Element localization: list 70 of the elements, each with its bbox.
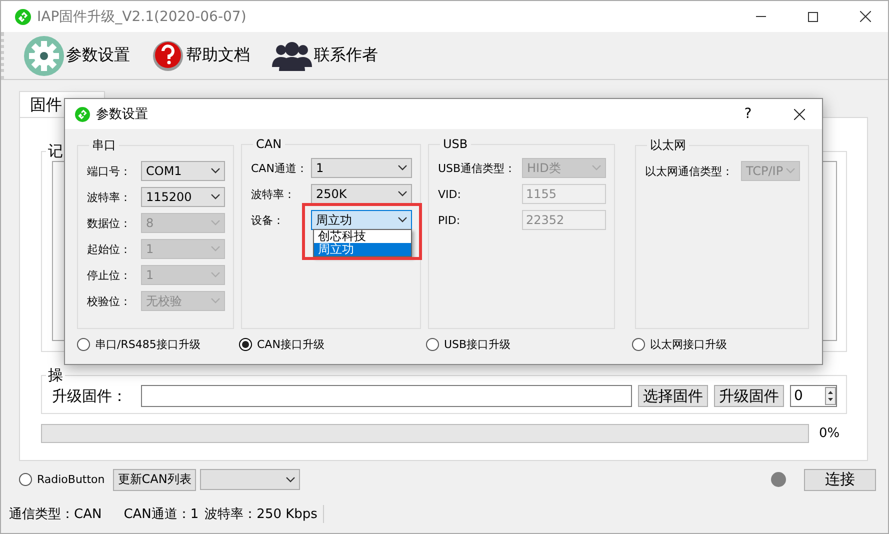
status-text: 波特率：250 Kbps <box>204 505 324 523</box>
chevron-icon <box>211 168 220 174</box>
radio-button[interactable]: 以太网接口升级 <box>632 337 812 352</box>
group-title: 操 <box>47 366 64 385</box>
connect-button[interactable]: 连接 <box>804 468 876 490</box>
combo-box[interactable]: 周立功 <box>311 210 412 230</box>
chevron-icon <box>211 272 220 278</box>
firmware-button[interactable]: 升级固件 <box>714 385 784 407</box>
field-label: 波特率： <box>87 190 132 204</box>
field-label: 升级固件： <box>52 386 127 406</box>
app-logo-icon <box>15 8 31 24</box>
progress-reading: 0% <box>819 426 841 441</box>
field-label: 数据位： <box>87 216 132 230</box>
radio-button[interactable]: 串口/RS485接口升级 <box>77 337 239 352</box>
group-title: 记 <box>47 142 64 161</box>
minimize-icon <box>756 16 766 17</box>
field-label: 停止位： <box>87 268 132 282</box>
spin-arrows-icon <box>825 387 836 405</box>
help-icon <box>152 38 184 72</box>
toolbar-button[interactable]: 帮助文档 <box>152 38 250 72</box>
window-title: IAP固件升级_V2.1(2020-06-07) <box>37 8 248 26</box>
chevron-icon <box>211 298 220 304</box>
close-icon <box>860 11 870 22</box>
refresh-can-button[interactable]: 更新CAN列表 <box>112 468 196 490</box>
radio-button[interactable]: USB接口升级 <box>426 337 632 352</box>
spin-box[interactable]: 0 <box>790 385 837 407</box>
status-text: 通信类型：CAN <box>9 506 102 523</box>
combo-box[interactable]: 115200 <box>141 187 225 207</box>
group-title: 串口 <box>91 137 117 154</box>
radio-button[interactable]: CAN接口升级 <box>239 337 426 352</box>
group-title: CAN <box>255 137 283 151</box>
combo-box[interactable]: 1 <box>311 158 412 178</box>
close-icon <box>794 108 804 120</box>
field-label: CAN通道： <box>251 160 308 176</box>
chevron-icon <box>398 191 407 197</box>
chevron-icon <box>211 220 220 226</box>
field-label: 以太网通信类型： <box>645 164 734 178</box>
status-text: CAN通道：1 <box>124 506 199 523</box>
gear-icon <box>24 36 64 76</box>
field-label: USB通信类型： <box>438 160 517 176</box>
chevron-icon <box>398 165 407 171</box>
field-label: PID: <box>438 214 462 226</box>
group-title: USB <box>442 137 469 151</box>
chevron-icon <box>592 165 601 171</box>
app-logo-icon <box>75 106 90 122</box>
field-label: 起始位： <box>87 242 132 256</box>
people-icon <box>272 40 312 70</box>
dropdown-option[interactable]: 周立功 <box>314 243 411 256</box>
field-label: 设备： <box>251 212 285 228</box>
chevron-icon <box>211 246 220 252</box>
dropdown-option[interactable]: 创芯科技 <box>314 230 411 243</box>
combo-box[interactable]: COM1 <box>141 161 225 181</box>
chevron-icon <box>786 168 795 174</box>
help-button[interactable]: ? <box>726 106 770 122</box>
maximize-icon <box>808 12 818 22</box>
chevron-icon <box>398 217 407 223</box>
group-title: 以太网 <box>649 137 687 154</box>
firmware-path-field[interactable] <box>141 385 632 407</box>
toolbar-button[interactable]: 联系作者 <box>272 40 378 70</box>
field-label: 波特率： <box>251 186 296 202</box>
combo-box[interactable]: 250K <box>311 184 412 204</box>
chevron-icon <box>286 476 296 482</box>
chevron-icon <box>211 194 220 200</box>
field-label: 端口号： <box>87 164 132 178</box>
toolbar-button[interactable]: 参数设置 <box>24 36 130 76</box>
status-lamp <box>771 472 786 487</box>
firmware-button[interactable]: 选择固件 <box>638 385 708 407</box>
radio-button[interactable]: RadioButton <box>19 473 105 486</box>
field-label: 校验位： <box>87 294 132 308</box>
field-label: VID: <box>438 188 462 200</box>
